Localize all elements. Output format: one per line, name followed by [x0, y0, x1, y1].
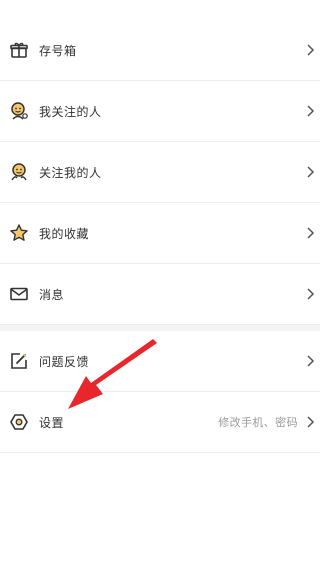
menu-group-secondary: 问题反馈 设置 修改手机、密码	[0, 331, 320, 453]
menu-item-label: 我的收藏	[39, 226, 90, 241]
person-follow-icon	[9, 101, 29, 121]
star-icon	[9, 223, 29, 243]
menu-item-followers[interactable]: 关注我的人	[0, 142, 320, 203]
menu-item-favorites[interactable]: 我的收藏	[0, 203, 320, 264]
menu-item-label: 问题反馈	[39, 354, 90, 369]
mail-icon	[9, 284, 29, 304]
chevron-right-icon	[307, 355, 315, 367]
menu-item-storage-box[interactable]: 存号箱	[0, 20, 320, 81]
menu-item-label: 我关注的人	[39, 104, 102, 119]
settings-hexagon-icon	[9, 412, 29, 432]
feedback-edit-icon	[9, 351, 29, 371]
menu-item-messages[interactable]: 消息	[0, 264, 320, 325]
chevron-right-icon	[307, 44, 315, 56]
chevron-right-icon	[307, 105, 315, 117]
chevron-right-icon	[307, 288, 315, 300]
gift-icon	[9, 40, 29, 60]
settings-hint: 修改手机、密码	[218, 416, 298, 429]
menu-group-primary: 存号箱 我关注的人 关注我的人 我的收藏 消息	[0, 20, 320, 325]
chevron-right-icon	[307, 416, 315, 428]
menu-item-label: 设置	[39, 415, 65, 430]
menu-item-label: 消息	[39, 287, 65, 302]
menu-item-label: 存号箱	[39, 43, 77, 58]
menu-item-following[interactable]: 我关注的人	[0, 81, 320, 142]
menu-item-label: 关注我的人	[39, 165, 102, 180]
chevron-right-icon	[307, 166, 315, 178]
chevron-right-icon	[307, 227, 315, 239]
menu-item-settings[interactable]: 设置 修改手机、密码	[0, 392, 320, 453]
followers-icon	[9, 162, 29, 182]
menu-item-feedback[interactable]: 问题反馈	[0, 331, 320, 392]
profile-menu-screen: 存号箱 我关注的人 关注我的人 我的收藏 消息 问题反馈 设置 修改手机、密码	[0, 0, 320, 566]
